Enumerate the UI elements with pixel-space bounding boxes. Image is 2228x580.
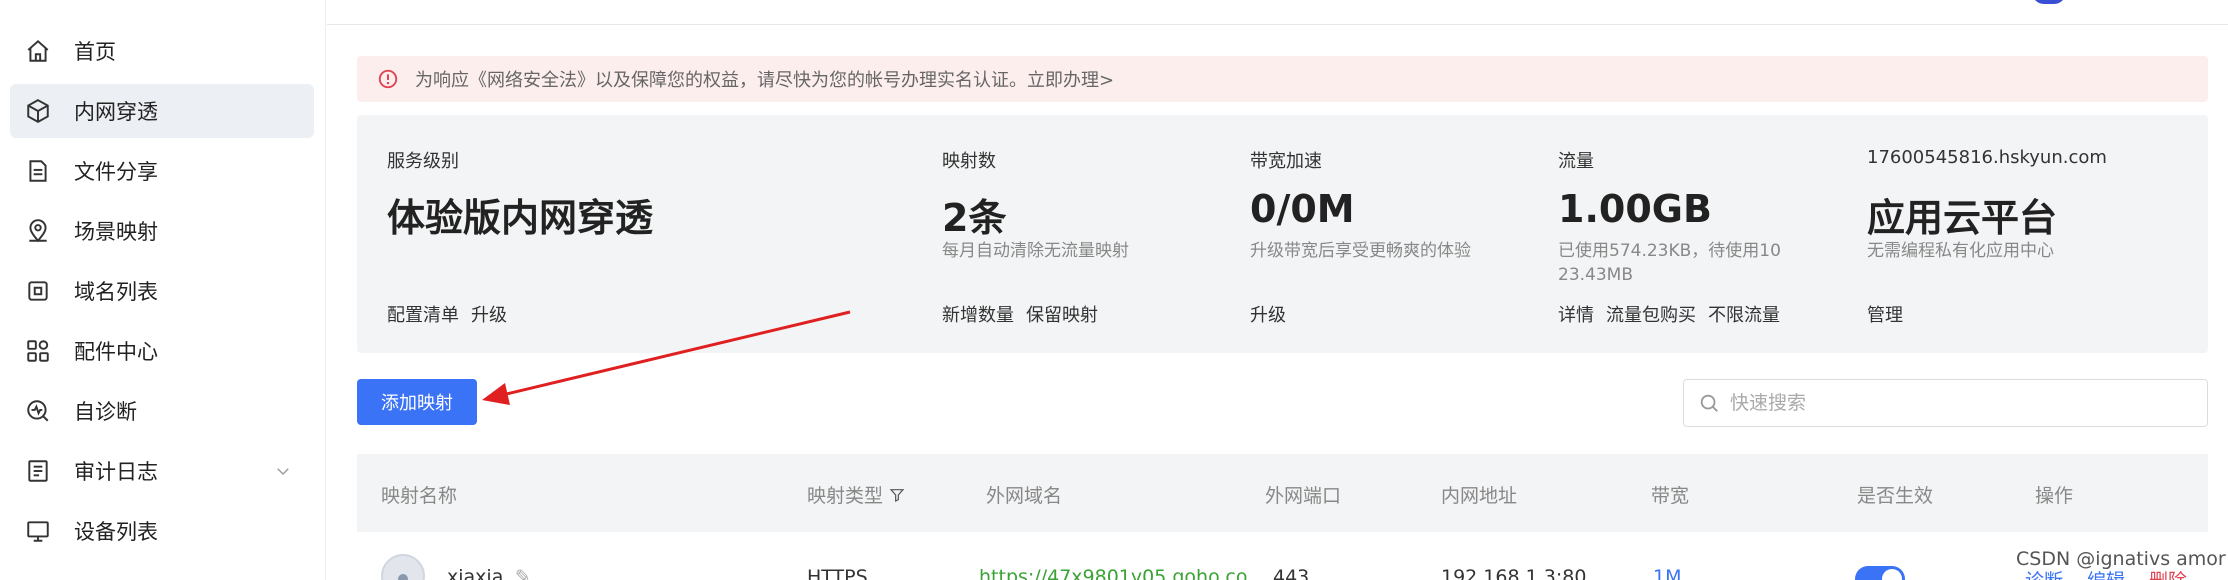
col-header: 操作 (2035, 485, 2074, 507)
stat-desc: 已使用574.23KB，待使用1023.43MB (1558, 241, 1781, 285)
col-header: 映射名称 (381, 485, 458, 507)
sidebar-item-label: 首页 (74, 40, 116, 64)
col-header: 映射类型 (807, 485, 884, 507)
file-share-icon (24, 157, 52, 185)
stat-title: 带宽加速 (1250, 151, 1322, 172)
sidebar-item-home[interactable]: 首页 (10, 24, 314, 78)
add-quota-link[interactable]: 新增数量 (942, 305, 1014, 326)
config-list-link[interactable]: 配置清单 (387, 305, 459, 326)
header-divider (327, 24, 2228, 25)
realname-notice[interactable]: 为响应《网络安全法》以及保障您的权益，请尽快为您的帐号办理实名认证。立即办理> (357, 56, 2208, 102)
arrow-head (482, 383, 510, 405)
stat-links: 详情 流量包购买 不限流量 (1558, 301, 1792, 327)
col-header: 外网端口 (1265, 485, 1342, 507)
filter-icon[interactable] (889, 487, 905, 503)
keep-mapping-link[interactable]: 保留映射 (1026, 305, 1098, 326)
edit-name-icon[interactable]: ✎ (515, 566, 531, 580)
sidebar-item-label: 场景映射 (74, 220, 158, 244)
mapping-bandwidth[interactable]: 1M (1653, 566, 1681, 580)
sidebar-item-file-share[interactable]: 文件分享 (10, 144, 314, 198)
home-icon (24, 37, 52, 65)
sidebar-item-device-list[interactable]: 设备列表 (10, 504, 314, 558)
sidebar-item-label: 内网穿透 (74, 100, 158, 124)
traffic-detail-link[interactable]: 详情 (1558, 305, 1594, 326)
mapping-internal-address: 192.168.1.3:80 (1441, 566, 1587, 580)
stat-title: 17600545816.hskyun.com (1867, 147, 2107, 168)
sidebar-item-scene-mapping[interactable]: 场景映射 (10, 204, 314, 258)
stat-value: 体验版内网穿透 (387, 196, 654, 240)
mapping-avatar-icon (381, 554, 425, 580)
stat-value: 2条 (942, 196, 1007, 240)
sidebar-item-domain-list[interactable]: 域名列表 (10, 264, 314, 318)
chevron-down-icon[interactable] (274, 462, 292, 480)
sidebar-item-label: 审计日志 (74, 460, 158, 484)
table-row[interactable]: xiaxia ✎ HTTPS https://47x9801y05.goho.c… (357, 532, 2208, 580)
unlimited-traffic-link[interactable]: 不限流量 (1708, 305, 1780, 326)
notice-text: 为响应《网络安全法》以及保障您的权益，请尽快为您的帐号办理实名认证。立即办理> (415, 70, 1115, 91)
map-pin-icon (24, 217, 52, 245)
add-mapping-button[interactable]: 添加映射 (357, 379, 477, 425)
stat-title: 映射数 (942, 151, 996, 172)
search-box (1683, 379, 2208, 427)
stat-desc: 无需编程私有化应用中心 (1867, 241, 2054, 261)
sidebar-item-label: 域名列表 (74, 280, 158, 304)
stat-links: 新增数量 保留映射 (942, 301, 1110, 327)
mapping-port: 443 (1273, 566, 1310, 580)
stats-panel: 服务级别 体验版内网穿透 配置清单 升级 映射数 2条 每月自动清除无流量映射 新… (357, 115, 2208, 353)
sidebar-item-label: 设备列表 (74, 520, 158, 544)
user-avatar[interactable] (2032, 0, 2066, 4)
sidebar-item-self-diagnosis[interactable]: 自诊断 (10, 384, 314, 438)
manage-link[interactable]: 管理 (1867, 305, 1903, 326)
cube-icon (24, 97, 52, 125)
search-input[interactable] (1730, 392, 2190, 414)
stat-links: 升级 (1250, 301, 1298, 327)
traffic-package-link[interactable]: 流量包购买 (1606, 305, 1696, 326)
diagnose-icon (24, 397, 52, 425)
stat-links: 管理 (1867, 301, 1915, 327)
sidebar-item-accessories[interactable]: 配件中心 (10, 324, 314, 378)
mapping-enabled-toggle[interactable] (1855, 566, 1905, 580)
col-header-type[interactable]: 映射类型 (807, 481, 905, 508)
grid-icon (24, 337, 52, 365)
csdn-watermark: CSDN @ignativs amor (2016, 548, 2226, 570)
mapping-name: xiaxia (447, 566, 504, 580)
bandwidth-upgrade-link[interactable]: 升级 (1250, 305, 1286, 326)
warning-circle-icon (377, 68, 399, 90)
stat-title: 流量 (1558, 151, 1594, 172)
search-icon (1698, 392, 1720, 414)
sidebar-item-label: 自诊断 (74, 400, 137, 424)
stat-value: 1.00GB (1558, 187, 1712, 231)
stat-value: 0/0M (1250, 187, 1355, 231)
domain-icon (24, 277, 52, 305)
col-header: 带宽 (1651, 485, 1690, 507)
mapping-type: HTTPS (807, 566, 868, 580)
stat-desc: 每月自动清除无流量映射 (942, 241, 1129, 261)
stat-value: 应用云平台 (1867, 196, 2058, 240)
stat-desc: 升级带宽后享受更畅爽的体验 (1250, 241, 1471, 261)
col-header: 外网域名 (986, 485, 1063, 507)
sidebar-item-audit-log[interactable]: 审计日志 (10, 444, 314, 498)
col-header: 是否生效 (1857, 485, 1934, 507)
stat-links: 配置清单 升级 (387, 301, 519, 327)
sidebar-item-label: 文件分享 (74, 160, 158, 184)
sidebar-item-intranet[interactable]: 内网穿透 (10, 84, 314, 138)
stat-title: 服务级别 (387, 151, 459, 172)
sidebar-item-label: 配件中心 (74, 340, 158, 364)
col-header: 内网地址 (1441, 485, 1518, 507)
monitor-icon (24, 517, 52, 545)
log-icon (24, 457, 52, 485)
upgrade-link[interactable]: 升级 (471, 305, 507, 326)
mapping-domain-link[interactable]: https://47x9801y05.goho.co (979, 566, 1247, 580)
table-header: 映射名称 映射类型 外网域名 外网端口 内网地址 带宽 是否生效 操作 (357, 454, 2208, 532)
sidebar: 首页 内网穿透 文件分享 场景映射 域名列表 配件中心 自诊断 审计日志 设备列… (0, 0, 326, 580)
